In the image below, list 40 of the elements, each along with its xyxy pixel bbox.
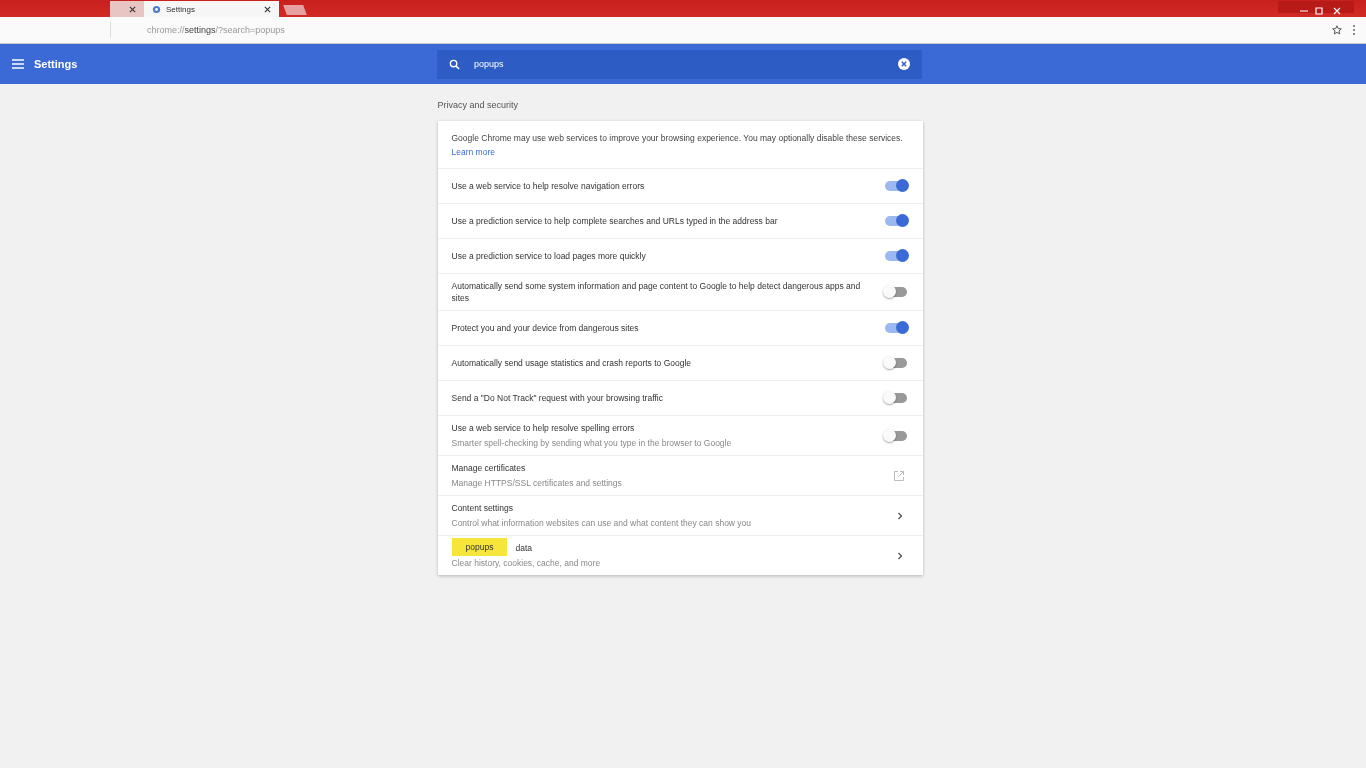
setting-title: data: [515, 542, 533, 554]
setting-title: Use a web service to help resolve spelling errors: [451, 422, 635, 434]
toggle-switch[interactable]: [884, 251, 907, 261]
toggle-switch[interactable]: [884, 430, 907, 441]
browser-tab[interactable]: Settings: [144, 1, 279, 17]
toggle-switch[interactable]: [884, 323, 907, 333]
learn-more-link[interactable]: Learn more: [451, 146, 495, 157]
close-icon[interactable]: [129, 5, 136, 13]
page-title: Settings: [34, 58, 78, 70]
setting-description: Smarter spell-checking by sending what you type in the browser to Google: [451, 437, 733, 449]
setting-title: Protect you and your device from dangerous sites: [451, 322, 639, 334]
new-tab-button[interactable]: [283, 5, 307, 15]
search-highlight-bubble: popups: [451, 538, 508, 556]
toggle-switch[interactable]: [884, 358, 907, 368]
search-icon: [449, 58, 460, 70]
chevron-right-icon[interactable]: [896, 511, 903, 520]
toggle-switch[interactable]: [884, 181, 907, 191]
star-icon[interactable]: [1332, 25, 1342, 35]
close-icon[interactable]: [264, 5, 271, 13]
setting-title: Send a "Do Not Track" request with your browsing traffic: [451, 392, 663, 404]
toggle-switch[interactable]: [884, 287, 907, 297]
setting-title: Automatically send some system information and page content to Google to help detect dangerous apps and sites: [451, 280, 862, 304]
toggle-switch[interactable]: [884, 393, 907, 403]
setting-description: Clear history, cookies, cache, and more: [451, 557, 602, 569]
setting-title: Content settings: [451, 502, 513, 514]
setting-title: Manage certificates: [451, 462, 526, 474]
setting-title: Use a prediction service to help complete searches and URLs typed in the address bar: [451, 215, 778, 227]
setting-title: Use a web service to help resolve navigation errors: [451, 180, 645, 192]
menu-icon[interactable]: [1352, 24, 1356, 36]
setting-title: Use a prediction service to load pages more quickly: [451, 250, 646, 262]
setting-title: Automatically send usage statistics and crash reports to Google: [451, 357, 692, 369]
setting-description: Manage HTTPS/SSL certificates and settings: [451, 477, 623, 489]
search-field[interactable]: popups: [437, 49, 922, 79]
intro-text: Google Chrome may use web services to improve your browsing experience. You may optionally disable these services. Learn more: [451, 131, 904, 159]
section-heading: Privacy and security: [437, 99, 520, 112]
chevron-right-icon[interactable]: [896, 551, 903, 560]
menu-icon[interactable]: [12, 59, 24, 69]
setting-description: Control what information websites can use and what content they can show you: [451, 517, 753, 529]
toggle-switch[interactable]: [884, 216, 907, 226]
clear-search-icon[interactable]: [898, 58, 910, 70]
